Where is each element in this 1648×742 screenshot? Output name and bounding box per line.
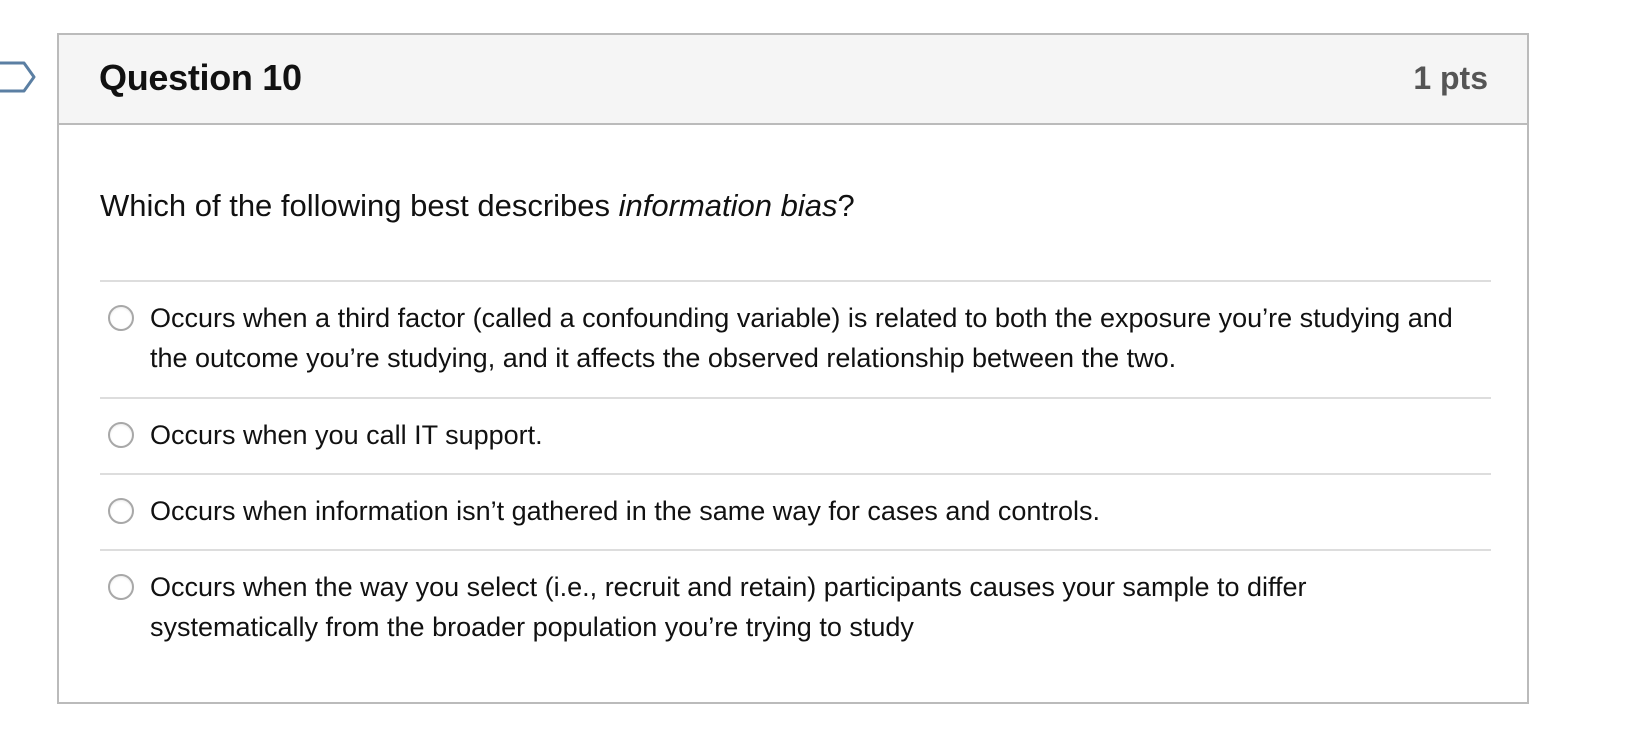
prompt-text: Which of the following best describes	[100, 188, 619, 223]
radio-button[interactable]	[108, 305, 134, 331]
question-prompt: Which of the following best describes in…	[100, 188, 855, 224]
question-card: Question 10 1 pts Which of the following…	[57, 33, 1529, 704]
answer-label: Occurs when the way you select (i.e., re…	[150, 572, 1307, 642]
question-points: 1 pts	[1413, 60, 1488, 96]
radio-button[interactable]	[108, 574, 134, 600]
answer-option-3[interactable]: Occurs when information isn’t gathered i…	[100, 473, 1491, 549]
answer-option-4[interactable]: Occurs when the way you select (i.e., re…	[100, 549, 1491, 666]
radio-button[interactable]	[108, 498, 134, 524]
question-title: Question 10	[99, 57, 302, 98]
answer-label: Occurs when a third factor (called a con…	[150, 303, 1453, 373]
answer-list: Occurs when a third factor (called a con…	[100, 280, 1491, 666]
prompt-emphasis: information bias	[618, 188, 838, 223]
answer-option-2[interactable]: Occurs when you call IT support.	[100, 397, 1491, 473]
flag-question-icon[interactable]	[0, 60, 38, 94]
question-header: Question 10 1 pts	[59, 35, 1527, 125]
answer-label: Occurs when you call IT support.	[150, 420, 543, 450]
answer-label: Occurs when information isn’t gathered i…	[150, 496, 1100, 526]
radio-button[interactable]	[108, 422, 134, 448]
answer-option-1[interactable]: Occurs when a third factor (called a con…	[100, 280, 1491, 397]
prompt-suffix: ?	[837, 188, 855, 223]
